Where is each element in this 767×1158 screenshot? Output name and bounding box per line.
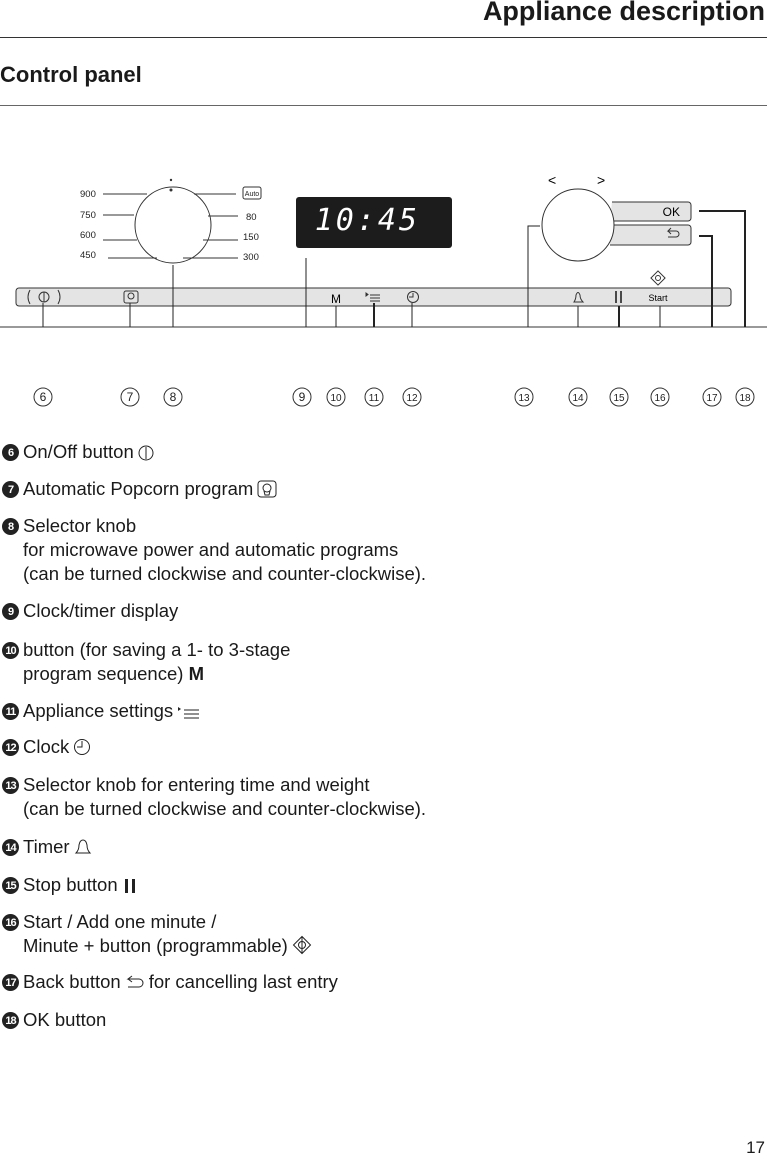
svg-text:13: 13 (518, 393, 530, 404)
power-label: 600 (80, 230, 96, 241)
clock-icon (74, 739, 91, 755)
power-label: 450 (80, 250, 96, 261)
settings-icon (178, 707, 200, 719)
list-item: 13 Selector knob for entering time and we… (2, 773, 426, 821)
power-icon (138, 445, 154, 461)
callout-16: 16 (650, 387, 670, 407)
svg-text:8: 8 (170, 390, 177, 404)
callout-13: 13 (514, 387, 534, 407)
list-item: 18 OK button (2, 1008, 106, 1032)
popcorn-icon (257, 480, 277, 498)
callout-14: 14 (568, 387, 588, 407)
callout-11: 11 (364, 387, 384, 407)
svg-text:15: 15 (613, 393, 625, 404)
svg-text:10: 10 (330, 393, 342, 404)
power-label: 900 (80, 189, 96, 200)
list-item: 7 Automatic Popcorn program (2, 477, 277, 501)
list-item: 9 Clock/timer display (2, 599, 178, 623)
power-label: 750 (80, 210, 96, 221)
power-selector-knob[interactable] (134, 186, 212, 264)
callout-18: 18 (735, 387, 755, 407)
list-item: 17 Back button for cancelling last entry (2, 970, 338, 994)
callout-10: 10 (326, 387, 346, 407)
display-time: 10:45 (315, 203, 420, 238)
program-label: 80 (246, 212, 257, 223)
svg-text:7: 7 (127, 390, 134, 404)
list-item: 10 button (for saving a 1- to 3-stage prog… (2, 638, 290, 686)
time-weight-selector-knob[interactable] (541, 188, 615, 262)
list-item: 16 Start / Add one minute / Minute + butto… (2, 910, 312, 958)
svg-text:16: 16 (654, 393, 666, 404)
start-label: Start (648, 293, 668, 303)
svg-text:17: 17 (706, 393, 718, 404)
callout-8: 8 (163, 387, 183, 407)
callout-9: 9 (292, 387, 312, 407)
svg-text:14: 14 (572, 393, 584, 404)
list-item: 15 Stop button (2, 873, 138, 897)
list-item: 8 Selector knob for microwave power and au… (2, 514, 426, 586)
control-panel-diagram: M Start 900 750 600 450 Auto 80 150 300 … (0, 172, 767, 407)
svg-text:12: 12 (406, 393, 418, 404)
list-item: 14 Timer (2, 835, 92, 859)
list-item: 11 Appliance settings (2, 699, 201, 723)
bell-icon (74, 839, 91, 854)
program-label: 300 (243, 252, 259, 263)
arrow-right: > (597, 172, 605, 188)
list-item: 12 Clock (2, 735, 91, 759)
callout-17: 17 (702, 387, 722, 407)
svg-text:9: 9 (299, 390, 306, 404)
svg-text:18: 18 (739, 393, 751, 404)
callout-7: 7 (120, 387, 140, 407)
start-icon (650, 270, 666, 286)
callout-15: 15 (609, 387, 629, 407)
back-icon (126, 975, 144, 988)
arrow-left: < (548, 172, 556, 188)
svg-text:11: 11 (369, 393, 380, 404)
menu-icon: M (188, 663, 204, 684)
list-item: 6 On/Off button (2, 440, 154, 464)
program-label: 150 (243, 232, 259, 243)
callout-12: 12 (402, 387, 422, 407)
pause-icon (124, 879, 135, 893)
start-icon (292, 935, 311, 955)
page-number: 17 (746, 1138, 765, 1157)
callout-6: 6 (33, 387, 53, 407)
menu-label: M (331, 292, 341, 306)
ok-label: OK (663, 205, 680, 219)
auto-label: Auto (245, 191, 260, 198)
svg-text:6: 6 (40, 390, 47, 404)
